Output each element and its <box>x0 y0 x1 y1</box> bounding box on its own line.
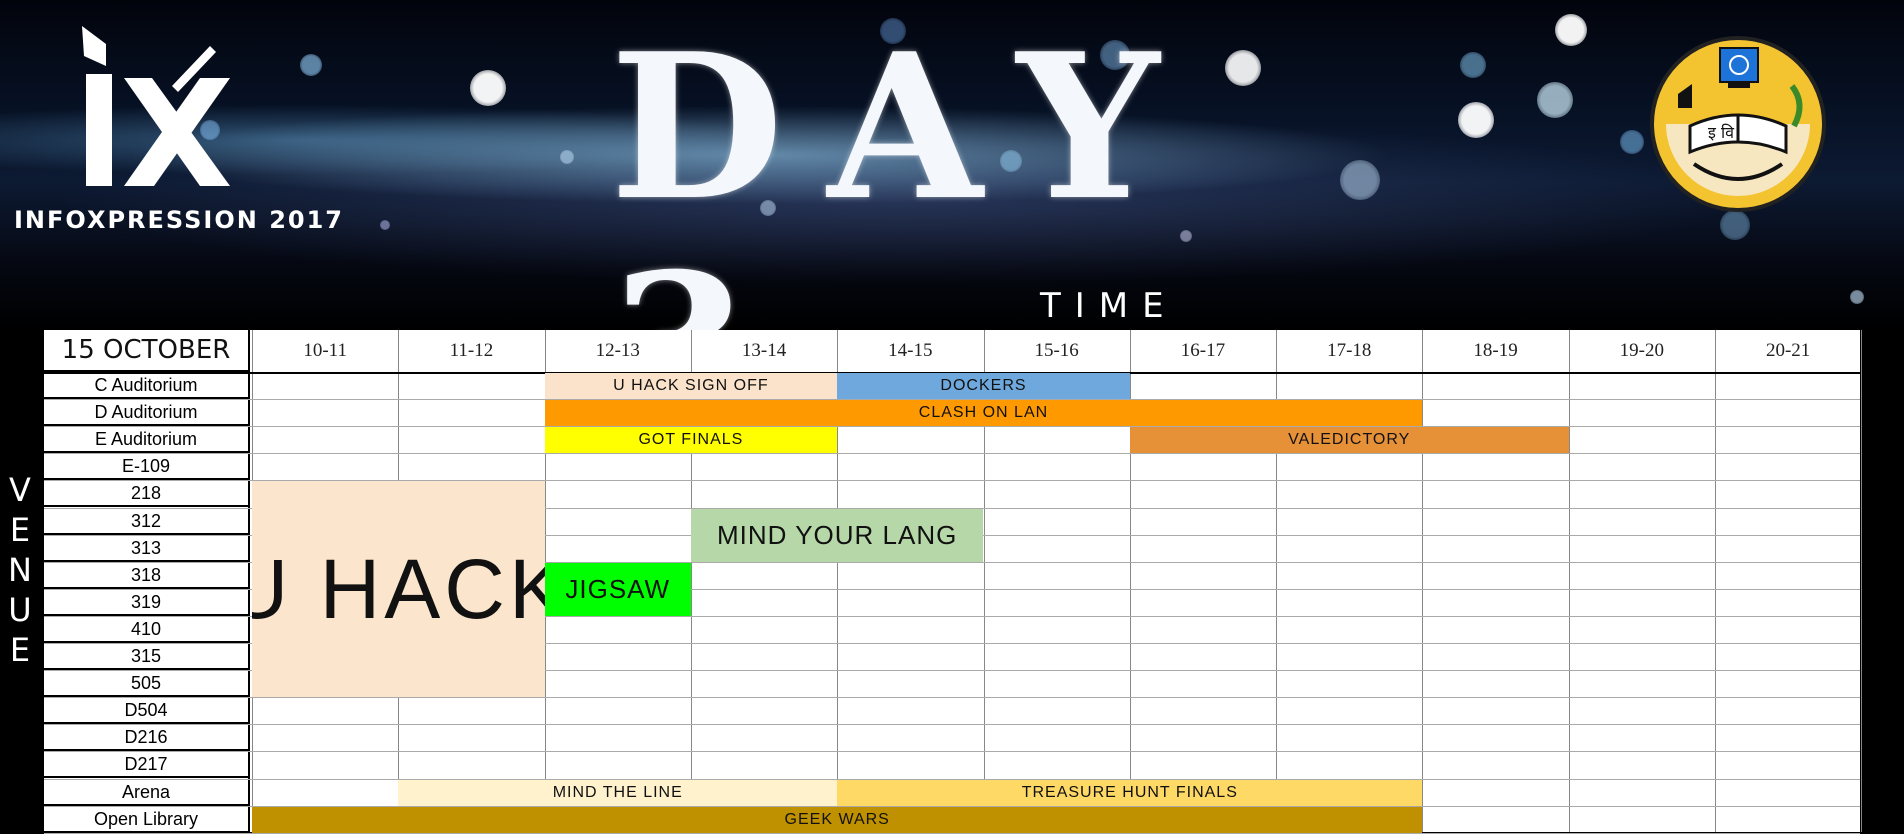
venue-column: C Auditorium D Auditorium E Auditorium E-10… <box>44 372 250 833</box>
event-block: MIND YOUR LANG <box>690 508 984 562</box>
grid-row-line <box>44 697 1860 699</box>
college-emblem-icon: इ वि <box>1648 34 1828 214</box>
venue-cell: Open Library <box>44 806 248 833</box>
bokeh-light <box>380 220 390 230</box>
time-slot-header: 13-14 <box>741 340 787 361</box>
venue-cell: D Auditorium <box>44 399 248 427</box>
brand-title: INFOXPRESSION 2017 <box>14 206 344 234</box>
time-slot-header: 12-13 <box>595 340 640 361</box>
event-block: MIND THE LINE <box>398 779 838 806</box>
venue-cell: 312 <box>44 508 248 535</box>
venue-cell: 315 <box>44 643 248 671</box>
time-axis-label: TIME <box>1040 286 1178 326</box>
event-block: GEEK WARS <box>252 806 1423 833</box>
time-slot-header: 10-11 <box>303 340 347 361</box>
venue-cell: E Auditorium <box>44 426 248 454</box>
bokeh-light <box>1537 82 1573 118</box>
event-block: GOT FINALS <box>544 427 838 454</box>
event-block: JIGSAW <box>544 562 691 616</box>
bokeh-light <box>1458 102 1494 138</box>
grid-row-line <box>44 751 1860 753</box>
bokeh-light <box>470 70 506 106</box>
bokeh-light <box>1460 52 1486 78</box>
grid-column-line <box>1422 330 1424 832</box>
event-block: U HACK SIGN OFF <box>544 373 838 400</box>
bokeh-light <box>560 150 574 164</box>
day-title: DAY 3 <box>610 10 1204 458</box>
venue-cell: 505 <box>44 670 248 698</box>
bokeh-light <box>1850 290 1864 304</box>
time-slot-header: 20-21 <box>1765 340 1811 361</box>
time-slot-header: 15-16 <box>1034 340 1079 361</box>
venue-cell: 313 <box>44 535 248 562</box>
time-slot-header: 16-17 <box>1180 340 1226 361</box>
venue-cell: 318 <box>44 562 248 589</box>
event-block: DOCKERS <box>837 373 1130 400</box>
ix-logo <box>80 26 240 196</box>
venue-axis-label: V E N U E <box>8 471 32 669</box>
svg-text:इ वि: इ वि <box>1708 123 1735 142</box>
event-block: VALEDICTORY <box>1129 427 1569 454</box>
venue-cell: 218 <box>44 480 248 508</box>
grid-column-line <box>1715 330 1716 832</box>
venue-cell: D504 <box>44 697 248 725</box>
grid-row-line <box>44 426 1860 428</box>
venue-cell: Arena <box>44 779 248 806</box>
grid-row-line <box>44 453 1860 455</box>
event-block: CLASH ON LAN <box>544 400 1423 427</box>
event-block: U HACK <box>252 481 545 698</box>
date-cell: 15 OCTOBER <box>44 330 250 372</box>
grid-row-line <box>44 724 1860 726</box>
time-slot-header: 14-15 <box>888 340 933 361</box>
bokeh-light <box>1555 14 1587 46</box>
schedule-table: 15 OCTOBER C Auditorium D Auditorium E Aud… <box>44 330 1863 834</box>
bokeh-light <box>1340 160 1380 200</box>
bokeh-light <box>1620 130 1644 154</box>
bokeh-light <box>1720 210 1750 240</box>
venue-cell: E-109 <box>44 453 248 481</box>
event-block: TREASURE HUNT FINALS <box>837 779 1423 806</box>
venue-cell: 410 <box>44 616 248 643</box>
venue-cell: D217 <box>44 751 248 779</box>
grid-column-line <box>1568 330 1570 832</box>
time-slot-header: 19-20 <box>1619 340 1664 361</box>
time-slot-header: 17-18 <box>1327 340 1372 361</box>
grid-column-line <box>1861 330 1863 832</box>
bokeh-light <box>300 54 322 76</box>
time-slot-header: 11-12 <box>449 340 494 361</box>
venue-cell: 319 <box>44 589 248 616</box>
time-slot-header: 18-19 <box>1473 340 1518 361</box>
venue-cell: D216 <box>44 724 248 752</box>
venue-cell: C Auditorium <box>44 372 248 400</box>
